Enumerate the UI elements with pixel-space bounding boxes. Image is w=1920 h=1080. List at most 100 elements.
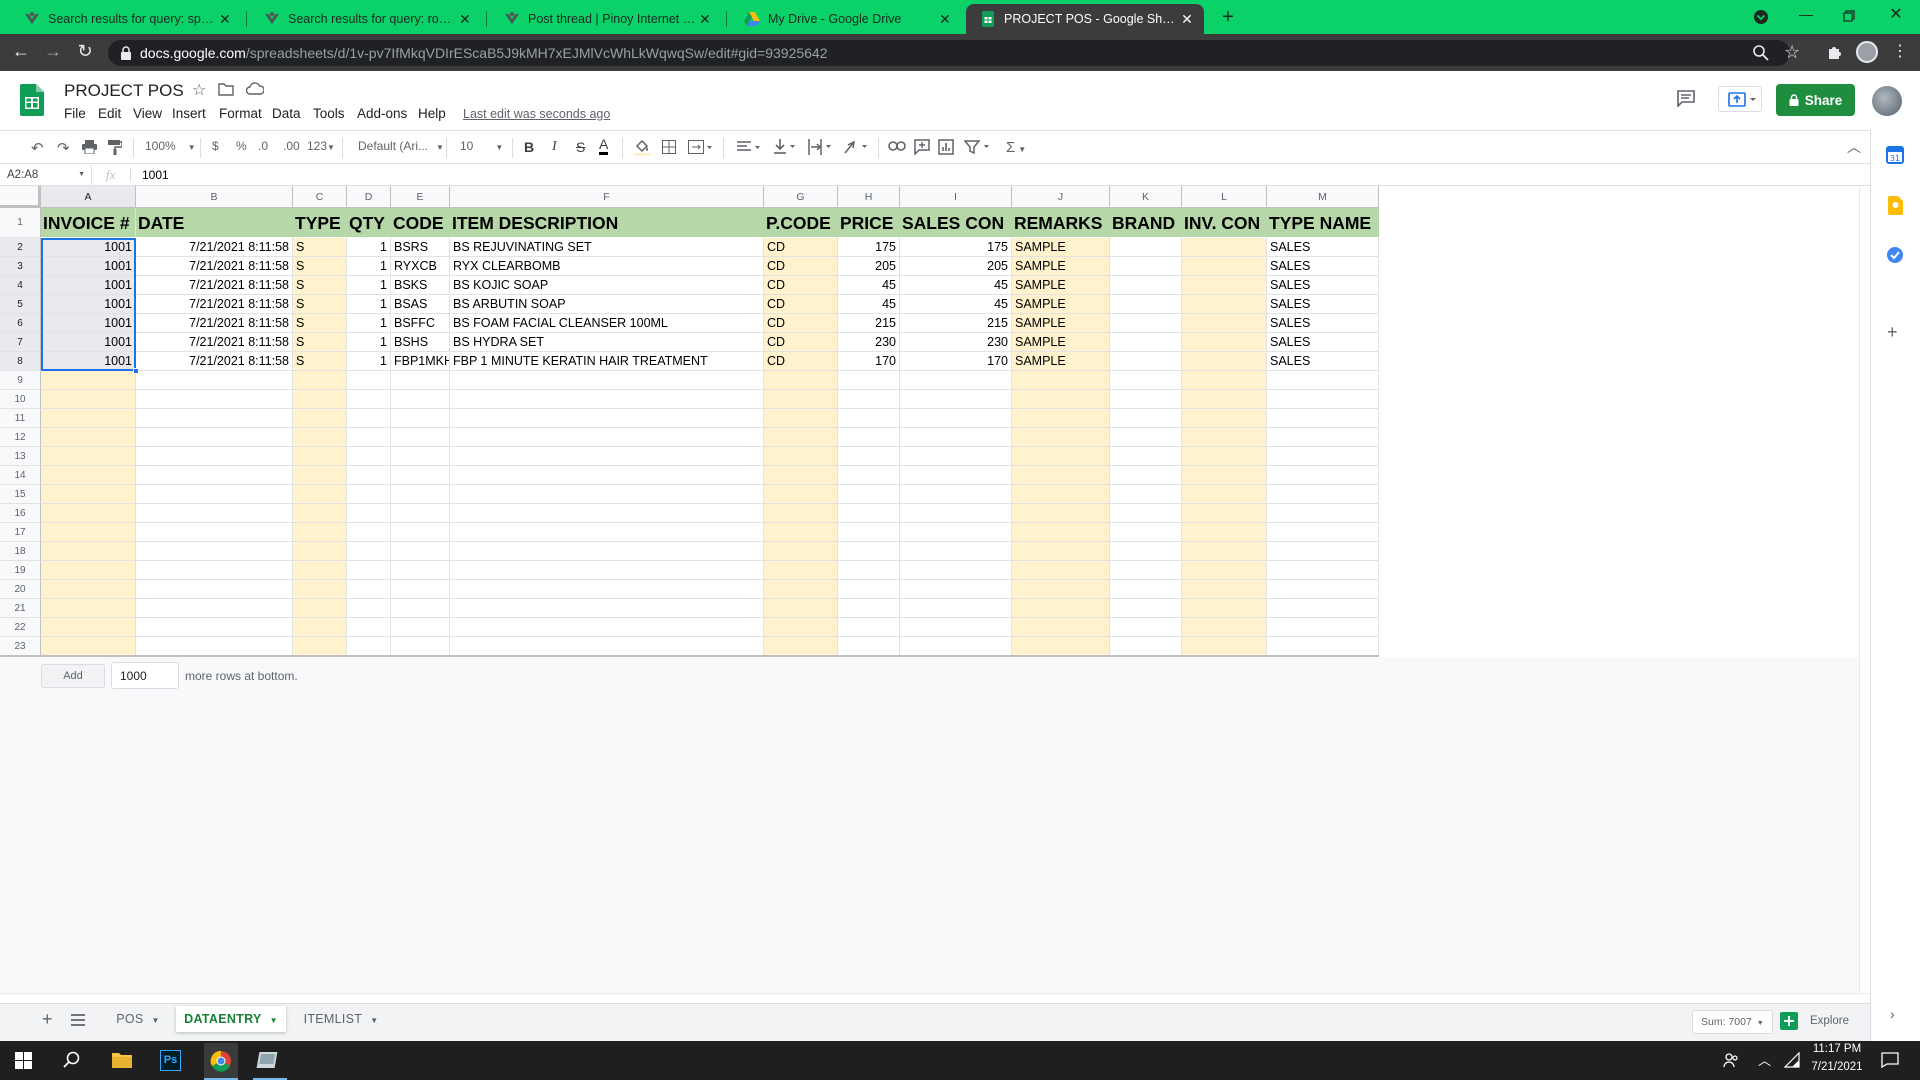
empty-cell[interactable] <box>838 618 900 637</box>
empty-cell[interactable] <box>1182 466 1267 485</box>
empty-cell[interactable] <box>391 542 450 561</box>
data-cell[interactable]: 1 <box>347 295 391 314</box>
empty-cell[interactable] <box>347 504 391 523</box>
empty-cell[interactable] <box>1012 409 1110 428</box>
column-header-j[interactable]: J <box>1012 186 1110 208</box>
data-cell[interactable]: CD <box>764 314 838 333</box>
row-header[interactable]: 16 <box>0 504 41 523</box>
empty-cell[interactable] <box>764 428 838 447</box>
empty-cell[interactable] <box>293 409 347 428</box>
row-header[interactable]: 12 <box>0 428 41 447</box>
data-cell[interactable]: S <box>293 333 347 352</box>
empty-cell[interactable] <box>838 637 900 656</box>
column-header-c[interactable]: C <box>293 186 347 208</box>
data-cell[interactable]: SAMPLE <box>1012 333 1110 352</box>
empty-cell[interactable] <box>1182 428 1267 447</box>
zoom-select[interactable]: 100% ▼ <box>145 139 196 153</box>
data-cell[interactable]: 7/21/2021 8:11:58 <box>136 314 293 333</box>
increase-decimal-button[interactable]: .00 <box>283 139 300 153</box>
empty-cell[interactable] <box>450 561 764 580</box>
empty-cell[interactable] <box>764 523 838 542</box>
borders-icon[interactable] <box>662 140 676 154</box>
empty-cell[interactable] <box>900 580 1012 599</box>
data-cell[interactable]: 1 <box>347 352 391 371</box>
data-cell[interactable]: 1 <box>347 238 391 257</box>
name-box[interactable]: A2:A8 ▼ <box>0 165 92 185</box>
row-header[interactable]: 20 <box>0 580 41 599</box>
empty-cell[interactable] <box>1182 523 1267 542</box>
horizontal-scrollbar[interactable] <box>0 993 1870 1003</box>
data-cell[interactable]: BS KOJIC SOAP <box>450 276 764 295</box>
bold-button[interactable]: B <box>524 139 534 155</box>
header-cell[interactable]: REMARKS <box>1012 208 1110 238</box>
empty-cell[interactable] <box>1110 409 1182 428</box>
formula-input[interactable]: 1001 <box>142 168 169 182</box>
data-cell[interactable]: CD <box>764 238 838 257</box>
data-cell[interactable]: 7/21/2021 8:11:58 <box>136 295 293 314</box>
notifications-icon[interactable] <box>1881 1052 1899 1068</box>
empty-cell[interactable] <box>1267 428 1379 447</box>
empty-cell[interactable] <box>391 485 450 504</box>
fill-handle[interactable] <box>133 368 139 374</box>
data-cell[interactable]: BS HYDRA SET <box>450 333 764 352</box>
header-cell[interactable]: CODE <box>391 208 450 238</box>
keep-icon[interactable] <box>1888 196 1903 215</box>
clock-date[interactable]: 7/21/2021 <box>1808 1061 1866 1073</box>
empty-cell[interactable] <box>293 447 347 466</box>
empty-cell[interactable] <box>1182 504 1267 523</box>
data-cell[interactable]: 1001 <box>41 295 136 314</box>
empty-cell[interactable] <box>1110 523 1182 542</box>
wifi-icon[interactable] <box>1783 1052 1801 1068</box>
data-cell[interactable]: 1 <box>347 276 391 295</box>
column-header-a[interactable]: A <box>41 186 136 208</box>
column-header-l[interactable]: L <box>1182 186 1267 208</box>
empty-cell[interactable] <box>391 580 450 599</box>
add-rows-count-input[interactable] <box>111 662 179 689</box>
close-tab-icon[interactable]: ✕ <box>1178 11 1196 28</box>
empty-cell[interactable] <box>450 504 764 523</box>
strikethrough-button[interactable]: S <box>576 139 585 155</box>
empty-cell[interactable] <box>450 390 764 409</box>
windows-start-icon[interactable] <box>15 1052 32 1069</box>
data-cell[interactable] <box>1110 352 1182 371</box>
data-cell[interactable]: 45 <box>838 295 900 314</box>
present-button[interactable] <box>1718 86 1762 112</box>
extensions-puzzle-icon[interactable] <box>1826 43 1844 61</box>
data-cell[interactable] <box>1182 295 1267 314</box>
empty-cell[interactable] <box>1182 409 1267 428</box>
calendar-icon[interactable]: 31 <box>1886 146 1904 164</box>
empty-cell[interactable] <box>293 580 347 599</box>
empty-cell[interactable] <box>900 466 1012 485</box>
empty-cell[interactable] <box>1182 618 1267 637</box>
empty-cell[interactable] <box>293 485 347 504</box>
data-cell[interactable]: 45 <box>838 276 900 295</box>
reload-icon[interactable]: ↻ <box>74 40 96 62</box>
empty-cell[interactable] <box>347 409 391 428</box>
minimize-window-icon[interactable]: — <box>1796 6 1816 26</box>
empty-cell[interactable] <box>900 599 1012 618</box>
insert-comment-icon[interactable] <box>914 139 930 155</box>
empty-cell[interactable] <box>450 580 764 599</box>
empty-cell[interactable] <box>41 637 136 656</box>
empty-cell[interactable] <box>1012 466 1110 485</box>
data-cell[interactable] <box>1110 314 1182 333</box>
empty-cell[interactable] <box>136 637 293 656</box>
browser-tab-1[interactable]: Search results for query: space je ✕ <box>10 4 242 34</box>
data-cell[interactable]: S <box>293 257 347 276</box>
redo-icon[interactable]: ↷ <box>57 139 70 157</box>
last-edit-link[interactable]: Last edit was seconds ago <box>463 107 610 121</box>
empty-cell[interactable] <box>900 428 1012 447</box>
empty-cell[interactable] <box>1110 637 1182 656</box>
empty-cell[interactable] <box>838 504 900 523</box>
empty-cell[interactable] <box>391 523 450 542</box>
empty-cell[interactable] <box>1267 523 1379 542</box>
row-header[interactable]: 13 <box>0 447 41 466</box>
empty-cell[interactable] <box>391 637 450 656</box>
data-cell[interactable]: SALES <box>1267 314 1379 333</box>
empty-cell[interactable] <box>391 618 450 637</box>
empty-cell[interactable] <box>41 542 136 561</box>
empty-cell[interactable] <box>41 618 136 637</box>
data-cell[interactable]: 45 <box>900 295 1012 314</box>
empty-cell[interactable] <box>41 447 136 466</box>
star-icon[interactable]: ☆ <box>192 80 206 100</box>
